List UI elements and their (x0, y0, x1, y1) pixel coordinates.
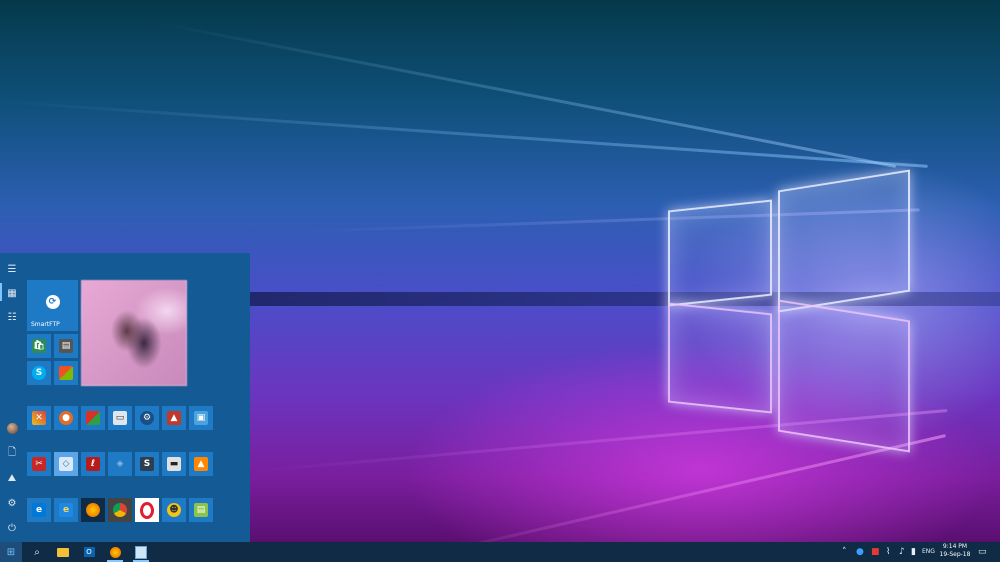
firefox-icon (86, 503, 100, 517)
windows-logo-pane (668, 302, 772, 414)
app-tile-14[interactable]: ▲ (189, 452, 213, 476)
tools-app-icon: ✂ (32, 457, 46, 471)
app-tile-12[interactable]: S (135, 452, 159, 476)
start-button[interactable]: ⊞ (0, 542, 22, 562)
app-tile-6[interactable]: ▲ (162, 406, 186, 430)
windows-logo-pane (778, 299, 910, 453)
firefox-taskbar-button[interactable] (104, 542, 126, 562)
photos-live-tile[interactable] (81, 280, 187, 386)
app-tile-2[interactable]: ● (54, 406, 78, 430)
edge-icon: e (32, 503, 46, 517)
chevron-up-icon[interactable]: ˄ (842, 546, 847, 558)
search-icon: ⌕ (34, 546, 40, 558)
list-icon[interactable]: ☷ (2, 307, 22, 327)
pictures-icon[interactable]: ⛰ (2, 468, 22, 488)
vlc-icon: ▲ (194, 457, 208, 471)
app-tile-9[interactable]: ◇ (54, 452, 78, 476)
taskbar: ⊞ ⌕ O ˄ ● ■ ⌇ ♪ ▮ ENG 9:14 PM 19-Sep-18 … (0, 542, 1000, 562)
outlook-icon: O (83, 547, 95, 557)
smartftp-tile-label: SmartFTP (31, 321, 60, 328)
smartftp-icon: ⟳ (45, 294, 60, 309)
power-icon[interactable]: ⏻ (2, 518, 22, 538)
file-explorer-button[interactable] (52, 542, 74, 562)
clock-date: 19-Sep-18 (939, 551, 971, 558)
yellow-app-icon: ☻ (167, 503, 181, 517)
skype-tile[interactable]: S (27, 361, 51, 385)
wifi-icon[interactable]: ⌇ (886, 546, 890, 558)
window-app-icon: ▭ (113, 411, 127, 425)
app-tile-13[interactable]: ▬ (162, 452, 186, 476)
notes-app-icon: ▤ (194, 503, 208, 517)
firefox-tile[interactable] (81, 498, 105, 522)
app-tile-5[interactable]: ⚙ (135, 406, 159, 430)
language-indicator[interactable]: ENG (922, 546, 935, 558)
start-menu: ☰ ▦ ☷ 🗋 ⛰ ⚙ ⏻ ⟳ SmartFTP 🛍 ▤ S ✕ ● ▭ ⚙ ▲… (0, 253, 250, 542)
app-tile-16[interactable]: ▤ (189, 498, 213, 522)
chrome-tile[interactable] (108, 498, 132, 522)
calculator-icon: ▤ (59, 339, 73, 353)
clock-time: 9:14 PM (942, 543, 968, 550)
app-tile-15[interactable]: ☻ (162, 498, 186, 522)
ship-app-icon: ▲ (167, 411, 181, 425)
internet-explorer-tile[interactable]: e (54, 498, 78, 522)
monitor-app-icon: ▣ (194, 411, 208, 425)
hamburger-icon[interactable]: ☰ (2, 259, 22, 279)
windows-logo-icon: ⊞ (6, 546, 16, 558)
battery-icon[interactable]: ▮ (911, 546, 916, 558)
smartftp-tile[interactable]: ⟳ SmartFTP (27, 280, 78, 331)
file-explorer-icon (57, 547, 69, 557)
internet-explorer-icon: e (59, 503, 73, 517)
office-tile[interactable] (54, 361, 78, 385)
settings-app-icon: ⚙ (140, 411, 154, 425)
script-app-icon: S (140, 457, 154, 471)
opera-tile[interactable] (135, 498, 159, 522)
app-tile-3[interactable] (81, 406, 105, 430)
skype-icon: S (32, 366, 46, 380)
x-app-icon: ✕ (32, 411, 46, 425)
chrome-icon (113, 503, 127, 517)
office-icon (59, 366, 73, 380)
settings-gear-icon[interactable]: ⚙ (2, 493, 22, 513)
app-tile-11[interactable]: ◈ (108, 452, 132, 476)
notepad-icon (135, 545, 147, 559)
app-tile-8[interactable]: ✂ (27, 452, 51, 476)
search-button[interactable]: ⌕ (26, 542, 48, 562)
app-tile-4[interactable]: ▭ (108, 406, 132, 430)
blue-app-icon: ◈ (113, 457, 127, 471)
store-icon: 🛍 (32, 339, 46, 353)
calculator-tile[interactable]: ▤ (54, 334, 78, 358)
light-beam (149, 20, 897, 168)
app-tile-7[interactable]: ▣ (189, 406, 213, 430)
start-rail: ☰ ▦ ☷ 🗋 ⛰ ⚙ ⏻ (0, 253, 24, 542)
documents-icon[interactable]: 🗋 (2, 443, 22, 463)
apps-grid-icon[interactable]: ▦ (2, 283, 22, 303)
app-tile-1[interactable]: ✕ (27, 406, 51, 430)
volume-icon[interactable]: ♪ (899, 546, 905, 558)
windows-logo-pane (668, 199, 772, 307)
opera-icon (140, 501, 154, 519)
network-status-icon[interactable]: ● (856, 546, 864, 558)
user-avatar[interactable] (2, 418, 22, 438)
red-app-icon: ℓ (86, 457, 100, 471)
antivirus-icon[interactable]: ■ (871, 546, 880, 558)
firefox-icon (109, 546, 121, 558)
notification-icon[interactable]: ▭ (978, 546, 987, 558)
terminal-app-icon: ▬ (167, 457, 181, 471)
store-tile[interactable]: 🛍 (27, 334, 51, 358)
light-beam (0, 100, 928, 168)
paint-icon: ● (59, 411, 73, 425)
windows-logo-pane (778, 169, 910, 313)
edge-tile[interactable]: e (27, 498, 51, 522)
avatar (6, 422, 18, 434)
app-tile-10[interactable]: ℓ (81, 452, 105, 476)
flag-app-icon (86, 411, 100, 425)
clock[interactable]: 9:14 PM 19-Sep-18 (938, 543, 972, 559)
outlook-button[interactable]: O (78, 542, 100, 562)
visual-studio-icon: ◇ (59, 457, 73, 471)
notepad-taskbar-button[interactable] (130, 542, 152, 562)
